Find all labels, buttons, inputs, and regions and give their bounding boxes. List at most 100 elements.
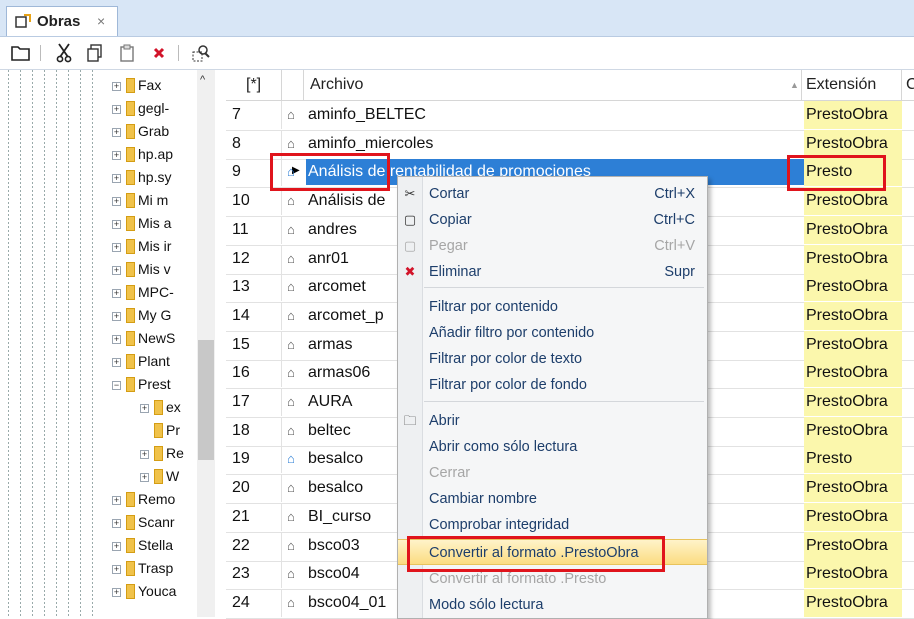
sort-arrow-icon: ▲ xyxy=(790,80,799,90)
tree-item[interactable]: + My G xyxy=(112,307,196,330)
file-name: andres xyxy=(308,220,357,238)
scroll-thumb[interactable] xyxy=(198,340,214,460)
expand-toggle-icon[interactable]: + xyxy=(112,266,121,275)
menu-item-label: Filtrar por color de fondo xyxy=(429,377,587,393)
expand-toggle-icon[interactable]: + xyxy=(112,220,121,229)
menu-item-pegar[interactable]: ▢ Pegar Ctrl+V xyxy=(398,233,707,259)
tree-item-label: MPC- xyxy=(138,284,174,300)
close-icon[interactable]: × xyxy=(97,13,105,29)
tree-item-label: Mis a xyxy=(138,215,172,231)
expand-toggle-icon[interactable]: + xyxy=(112,358,121,367)
menu-item-filtrar-color-fondo[interactable]: Filtrar por color de fondo xyxy=(398,372,707,398)
scroll-up-icon[interactable]: ^ xyxy=(200,74,205,86)
tree-item[interactable]: + Trasp xyxy=(112,560,196,583)
folder-icon xyxy=(126,377,135,392)
menu-item-modo-solo-lectura[interactable]: Modo sólo lectura xyxy=(398,592,707,618)
expand-toggle-icon[interactable]: + xyxy=(112,312,121,321)
expand-toggle-icon[interactable]: + xyxy=(112,588,121,597)
expand-toggle-icon[interactable]: + xyxy=(140,450,149,459)
tree-item[interactable]: + hp.ap xyxy=(112,146,196,169)
menu-item-copiar[interactable]: ▢ Copiar Ctrl+C xyxy=(398,207,707,233)
header-extension[interactable]: Extensión xyxy=(802,70,902,100)
tree-item[interactable]: Pr xyxy=(140,422,196,445)
table-row[interactable]: 7 ⌂ aminfo_BELTEC PrestoObra xyxy=(226,101,914,131)
expand-toggle-icon[interactable]: + xyxy=(112,565,121,574)
menu-item-label: Añadir filtro por contenido xyxy=(429,325,595,341)
expand-toggle-icon[interactable]: + xyxy=(112,128,121,137)
tree-item[interactable]: + Plant xyxy=(112,353,196,376)
expand-toggle-icon[interactable]: + xyxy=(112,542,121,551)
tree-item-label: Grab xyxy=(138,123,170,139)
expand-toggle-icon[interactable]: + xyxy=(112,197,121,206)
tree-item[interactable]: + Mis a xyxy=(112,215,196,238)
menu-item-comprobar-integridad[interactable]: Comprobar integridad xyxy=(398,512,707,538)
tree-item[interactable]: + Mis v xyxy=(112,261,196,284)
folder-tree: + Fax + gegl- + Grab + hp.ap + hp.sy + Mi m + Mis a + M… xyxy=(0,70,220,617)
tree-item[interactable]: + Grab xyxy=(112,123,196,146)
expand-toggle-icon[interactable]: + xyxy=(112,289,121,298)
header-archivo[interactable]: Archivo xyxy=(304,70,802,100)
menu-item-filtrar-contenido[interactable]: Filtrar por contenido xyxy=(398,294,707,320)
tree-item[interactable]: + ex xyxy=(140,399,196,422)
expand-toggle-icon[interactable]: + xyxy=(112,82,121,91)
tree-item[interactable]: + hp.sy xyxy=(112,169,196,192)
tree-item[interactable]: + NewS xyxy=(112,330,196,353)
copy-icon[interactable] xyxy=(84,42,106,64)
folder-icon xyxy=(126,193,135,208)
tree-item[interactable]: + W xyxy=(140,468,196,491)
tree-item[interactable]: + Scanr xyxy=(112,514,196,537)
menu-item-abrir-solo-lectura[interactable]: Abrir como sólo lectura xyxy=(398,434,707,460)
expand-toggle-icon[interactable]: + xyxy=(112,151,121,160)
header-star[interactable]: [*] xyxy=(226,70,282,100)
scissors-icon[interactable] xyxy=(53,42,75,64)
expand-toggle-icon[interactable]: + xyxy=(112,105,121,114)
menu-item-cambiar-nombre[interactable]: Cambiar nombre xyxy=(398,486,707,512)
tree-item[interactable]: + MPC- xyxy=(112,284,196,307)
folder-icon xyxy=(126,101,135,116)
expand-toggle-icon[interactable]: + xyxy=(112,174,121,183)
prestoobra-file-icon: ⌂ xyxy=(287,422,295,438)
menu-item-label: Modo sólo lectura xyxy=(429,597,544,613)
tree-item[interactable]: + gegl- xyxy=(112,100,196,123)
tree-item[interactable]: + Remo xyxy=(112,491,196,514)
expand-toggle-icon[interactable]: − xyxy=(112,381,121,390)
tree-item[interactable]: + Stella xyxy=(112,537,196,560)
tree-item[interactable]: − Prest xyxy=(112,376,196,399)
tree-item-label: W xyxy=(166,468,180,484)
row-number: 23 xyxy=(226,560,282,589)
expand-toggle-icon[interactable]: + xyxy=(112,335,121,344)
tree-item-label: NewS xyxy=(138,330,176,346)
menu-item-filtrar-color-texto[interactable]: Filtrar por color de texto xyxy=(398,346,707,372)
delete-icon[interactable] xyxy=(148,42,170,64)
tree-item[interactable]: + Youca xyxy=(112,583,196,606)
paste-icon[interactable] xyxy=(116,42,138,64)
folder-icon xyxy=(126,216,135,231)
menu-item-shortcut: Ctrl+X xyxy=(654,186,695,202)
tree-item[interactable]: + Mi m xyxy=(112,192,196,215)
file-name: armas06 xyxy=(308,364,371,382)
menu-item-anadir-filtro[interactable]: Añadir filtro por contenido xyxy=(398,320,707,346)
folder-icon xyxy=(126,262,135,277)
menu-item-label: Cerrar xyxy=(429,465,471,481)
prestoobra-file-icon: ⌂ xyxy=(287,480,295,496)
folder-icon xyxy=(126,492,135,507)
expand-toggle-icon[interactable]: + xyxy=(140,404,149,413)
menu-item-cortar[interactable]: ✂ Cortar Ctrl+X xyxy=(398,181,707,207)
tree-item[interactable]: + Mis ir xyxy=(112,238,196,261)
tree-scrollbar[interactable]: ^ xyxy=(197,70,215,617)
tree-item[interactable]: + Re xyxy=(140,445,196,468)
tree-item[interactable]: + Fax xyxy=(112,77,196,100)
tab-obras[interactable]: Obras × xyxy=(6,6,118,36)
folder-icon[interactable] xyxy=(10,42,32,64)
header-next[interactable]: C xyxy=(902,70,914,100)
properties-icon[interactable] xyxy=(190,42,212,64)
prestoobra-file-icon: ⌂ xyxy=(287,193,295,209)
expand-toggle-icon[interactable]: + xyxy=(140,473,149,482)
menu-item-label: Comprobar integridad xyxy=(429,517,570,533)
menu-item-eliminar[interactable]: ✖ Eliminar Supr xyxy=(398,259,707,285)
expand-toggle-icon[interactable]: + xyxy=(112,496,121,505)
expand-toggle-icon[interactable]: + xyxy=(112,519,121,528)
menu-item-abrir[interactable]: 🗀 Abrir xyxy=(398,408,707,434)
menu-item-cerrar[interactable]: Cerrar xyxy=(398,460,707,486)
expand-toggle-icon[interactable]: + xyxy=(112,243,121,252)
